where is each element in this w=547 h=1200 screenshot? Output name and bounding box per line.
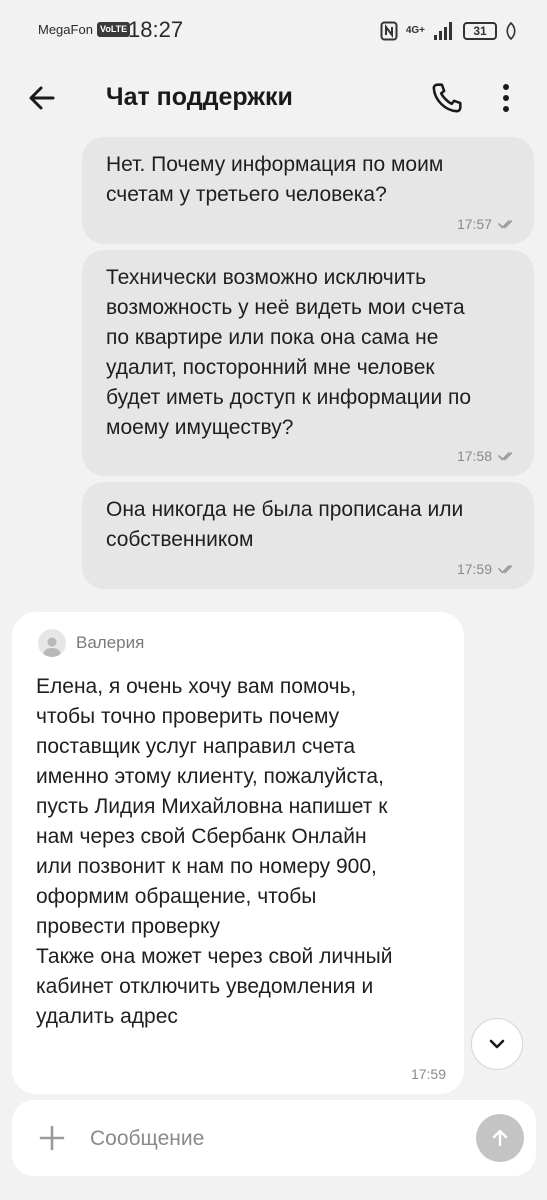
message-input[interactable] xyxy=(88,1118,472,1160)
send-button[interactable] xyxy=(476,1114,524,1162)
battery-icon: 31 xyxy=(463,22,497,40)
nfc-icon xyxy=(380,21,398,41)
message-meta: 17:58 xyxy=(457,448,516,464)
double-check-icon xyxy=(498,565,513,574)
message-text: Технически возможно исключить возможност… xyxy=(106,266,472,439)
more-vertical-icon xyxy=(503,84,509,112)
outgoing-message[interactable]: Технически возможно исключить возможност… xyxy=(82,250,534,476)
message-time: 17:59 xyxy=(410,1066,446,1082)
arrow-left-icon xyxy=(29,86,55,110)
status-bar: MegaFon VoLTE 18:27 4G+ 31 xyxy=(0,0,547,62)
scroll-to-bottom-button[interactable] xyxy=(471,1018,523,1070)
double-check-icon xyxy=(498,220,513,229)
leaf-icon xyxy=(506,22,516,40)
avatar xyxy=(38,629,66,657)
arrow-up-icon xyxy=(492,1129,508,1147)
call-button[interactable] xyxy=(430,81,464,115)
sender-name: Валерия xyxy=(76,633,145,652)
phone-icon xyxy=(432,83,462,113)
signal-icon xyxy=(434,22,452,40)
message-composer xyxy=(12,1100,536,1176)
message-time: 17:59 xyxy=(456,561,492,577)
outgoing-message[interactable]: Она никогда не была прописана или собств… xyxy=(82,482,534,589)
back-button[interactable] xyxy=(26,82,58,114)
status-clock: 18:27 xyxy=(128,17,184,42)
more-options-button[interactable] xyxy=(496,80,516,116)
status-icons: 4G+ 31 xyxy=(380,18,517,44)
page-title: Чат поддержки xyxy=(106,83,293,111)
double-check-icon xyxy=(498,452,513,461)
chat-header: Чат поддержки xyxy=(0,68,547,130)
volte-badge: VoLTE xyxy=(97,22,131,37)
attach-button[interactable] xyxy=(38,1124,66,1152)
message-meta: 17:57 xyxy=(457,216,516,232)
message-text: Нет. Почему информация по моим счетам у … xyxy=(106,153,444,206)
network-type: 4G+ xyxy=(405,25,425,36)
carrier-name: MegaFon xyxy=(38,22,93,37)
message-text: Она никогда не была прописана или собств… xyxy=(106,498,464,551)
sender-info: Валерия xyxy=(38,629,144,657)
outgoing-message[interactable]: Нет. Почему информация по моим счетам у … xyxy=(82,137,534,244)
message-time: 17:58 xyxy=(456,448,492,464)
chevron-down-icon xyxy=(489,1039,505,1049)
message-time: 17:57 xyxy=(456,216,492,232)
incoming-message[interactable]: Валерия Елена, я очень хочу вам помочь, … xyxy=(12,612,464,1094)
message-text: Елена, я очень хочу вам помочь, чтобы то… xyxy=(36,675,393,1028)
message-meta: 17:59 xyxy=(457,561,516,577)
user-icon xyxy=(43,637,61,657)
plus-icon xyxy=(39,1125,65,1151)
